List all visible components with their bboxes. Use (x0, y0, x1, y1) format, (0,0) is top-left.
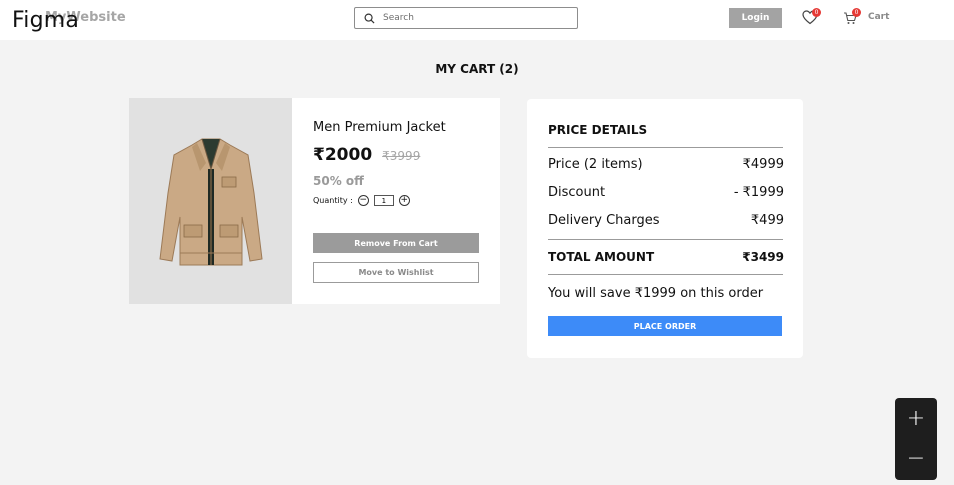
top-nav-bar: MyWebsite Figma Login 0 0 Cart (0, 0, 954, 40)
plus-icon: + (906, 405, 926, 431)
search-bar[interactable] (354, 7, 578, 29)
divider (548, 239, 783, 240)
search-icon (364, 13, 375, 24)
price-row-label: Discount (548, 185, 606, 200)
quantity-input[interactable] (373, 195, 394, 206)
divider (548, 274, 783, 275)
price-row-items: Price (2 items) ₹4999 (548, 157, 784, 172)
minus-icon: − (906, 445, 926, 471)
price-row-discount: Discount - ₹1999 (548, 185, 784, 200)
decrease-quantity-button[interactable]: − (357, 195, 369, 206)
jacket-image (158, 138, 263, 266)
cart-count-badge: 0 (852, 8, 861, 17)
quantity-stepper: Quantity : − + (313, 195, 410, 206)
zoom-in-button[interactable]: + (895, 398, 937, 438)
login-button[interactable]: Login (729, 8, 782, 28)
total-amount-row: TOTAL AMOUNT ₹3499 (548, 250, 784, 264)
product-original-price: ₹3999 (382, 149, 421, 163)
plus-icon: + (400, 195, 409, 205)
cart-label: Cart (868, 12, 890, 22)
quantity-label: Quantity : (313, 196, 353, 205)
product-name[interactable]: Men Premium Jacket (313, 120, 446, 135)
price-details-title: PRICE DETAILS (548, 123, 648, 137)
product-discount: 50% off (313, 174, 364, 188)
figma-overlay-label: Figma (12, 8, 80, 33)
zoom-out-button[interactable]: − (895, 438, 937, 478)
search-input[interactable] (383, 13, 563, 23)
cart-item-card: Men Premium Jacket ₹2000 ₹3999 50% off Q… (129, 98, 500, 304)
price-row-label: Price (2 items) (548, 157, 643, 172)
product-image[interactable] (129, 98, 292, 304)
wishlist-count-badge: 0 (812, 8, 821, 17)
product-price: ₹2000 (313, 145, 373, 165)
price-row-delivery: Delivery Charges ₹499 (548, 213, 784, 228)
zoom-controls: + − (895, 398, 937, 480)
divider (548, 147, 783, 148)
cart-button[interactable]: 0 Cart (843, 8, 890, 24)
total-amount-label: TOTAL AMOUNT (548, 250, 655, 264)
minus-icon: − (359, 195, 368, 205)
price-row-label: Delivery Charges (548, 213, 660, 228)
total-amount-value: ₹3499 (742, 250, 784, 264)
place-order-button[interactable]: PLACE ORDER (548, 316, 782, 336)
page-title: MY CART (2) (435, 62, 519, 76)
price-row: ₹2000 ₹3999 (313, 145, 420, 165)
price-row-value: ₹499 (750, 213, 784, 228)
increase-quantity-button[interactable]: + (398, 195, 410, 206)
price-row-value: ₹4999 (742, 157, 784, 172)
remove-from-cart-button[interactable]: Remove From Cart (313, 233, 479, 253)
savings-message: You will save ₹1999 on this order (548, 286, 764, 301)
price-details-card: PRICE DETAILS Price (2 items) ₹4999 Disc… (527, 99, 803, 358)
price-row-value: - ₹1999 (733, 185, 784, 200)
wishlist-button[interactable]: 0 (802, 8, 821, 29)
move-to-wishlist-button[interactable]: Move to Wishlist (313, 262, 479, 283)
